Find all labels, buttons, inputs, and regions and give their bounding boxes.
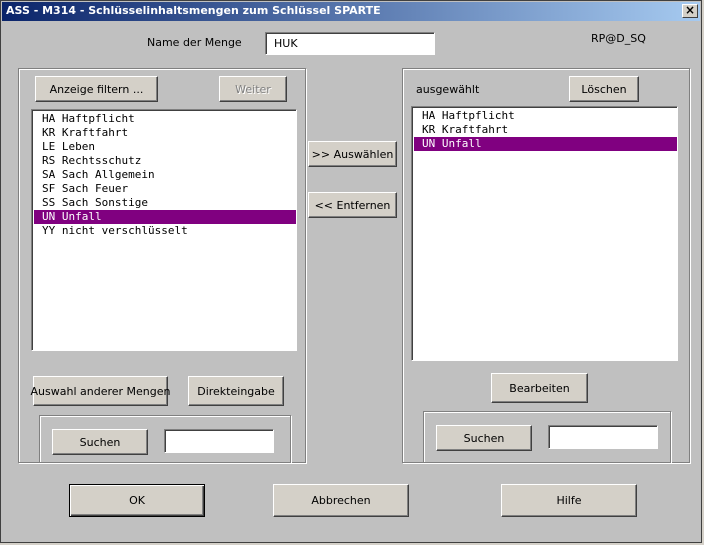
filter-button[interactable]: Anzeige filtern ...: [35, 76, 158, 102]
menge-name-input[interactable]: HUK: [265, 32, 435, 55]
list-item[interactable]: LE Leben: [34, 140, 296, 154]
menge-code: RP@D_SQ: [591, 32, 646, 45]
list-item[interactable]: KR Kraftfahrt: [414, 123, 677, 137]
direkteingabe-button[interactable]: Direkteingabe: [188, 376, 284, 406]
menge-label: Name der Menge: [147, 36, 242, 49]
list-item[interactable]: SA Sach Allgemein: [34, 168, 296, 182]
list-item[interactable]: HA Haftpflicht: [414, 109, 677, 123]
list-item[interactable]: SS Sach Sonstige: [34, 196, 296, 210]
close-button[interactable]: ×: [682, 4, 698, 18]
selected-list[interactable]: HA Haftpflicht KR Kraftfahrt UN Unfall: [411, 106, 678, 361]
right-search-input[interactable]: [548, 425, 658, 449]
abbrechen-button[interactable]: Abbrechen: [273, 484, 409, 517]
available-list[interactable]: HA Haftpflicht KR Kraftfahrt LE Leben RS Re…: [31, 109, 297, 351]
dialog-window: ASS - M314 - Schlüsselinhaltsmengen zum …: [0, 0, 702, 543]
ok-button[interactable]: OK: [69, 484, 205, 517]
close-icon: ×: [684, 3, 696, 17]
list-item[interactable]: HA Haftpflicht: [34, 112, 296, 126]
hilfe-button[interactable]: Hilfe: [501, 484, 637, 517]
loeschen-button[interactable]: Löschen: [569, 76, 639, 102]
left-search-input[interactable]: [164, 429, 274, 453]
auswaehlen-button[interactable]: >> Auswählen: [308, 141, 397, 167]
list-item[interactable]: KR Kraftfahrt: [34, 126, 296, 140]
list-item[interactable]: UN Unfall: [34, 210, 296, 224]
ausgewaehlt-label: ausgewählt: [416, 83, 480, 96]
auswahl-andere-mengen-button[interactable]: Auswahl anderer Mengen: [31, 376, 171, 406]
right-search-button[interactable]: Suchen: [436, 425, 532, 451]
bearbeiten-button[interactable]: Bearbeiten: [491, 373, 588, 403]
weiter-button[interactable]: Weiter: [219, 76, 287, 102]
list-item[interactable]: UN Unfall: [414, 137, 677, 151]
list-item[interactable]: SF Sach Feuer: [34, 182, 296, 196]
title-bar[interactable]: ASS - M314 - Schlüsselinhaltsmengen zum …: [2, 2, 700, 21]
list-item[interactable]: YY nicht verschlüsselt: [34, 224, 296, 238]
entfernen-button[interactable]: << Entfernen: [308, 192, 397, 218]
list-item[interactable]: RS Rechtsschutz: [34, 154, 296, 168]
left-search-button[interactable]: Suchen: [52, 429, 148, 455]
window-title: ASS - M314 - Schlüsselinhaltsmengen zum …: [6, 4, 381, 17]
